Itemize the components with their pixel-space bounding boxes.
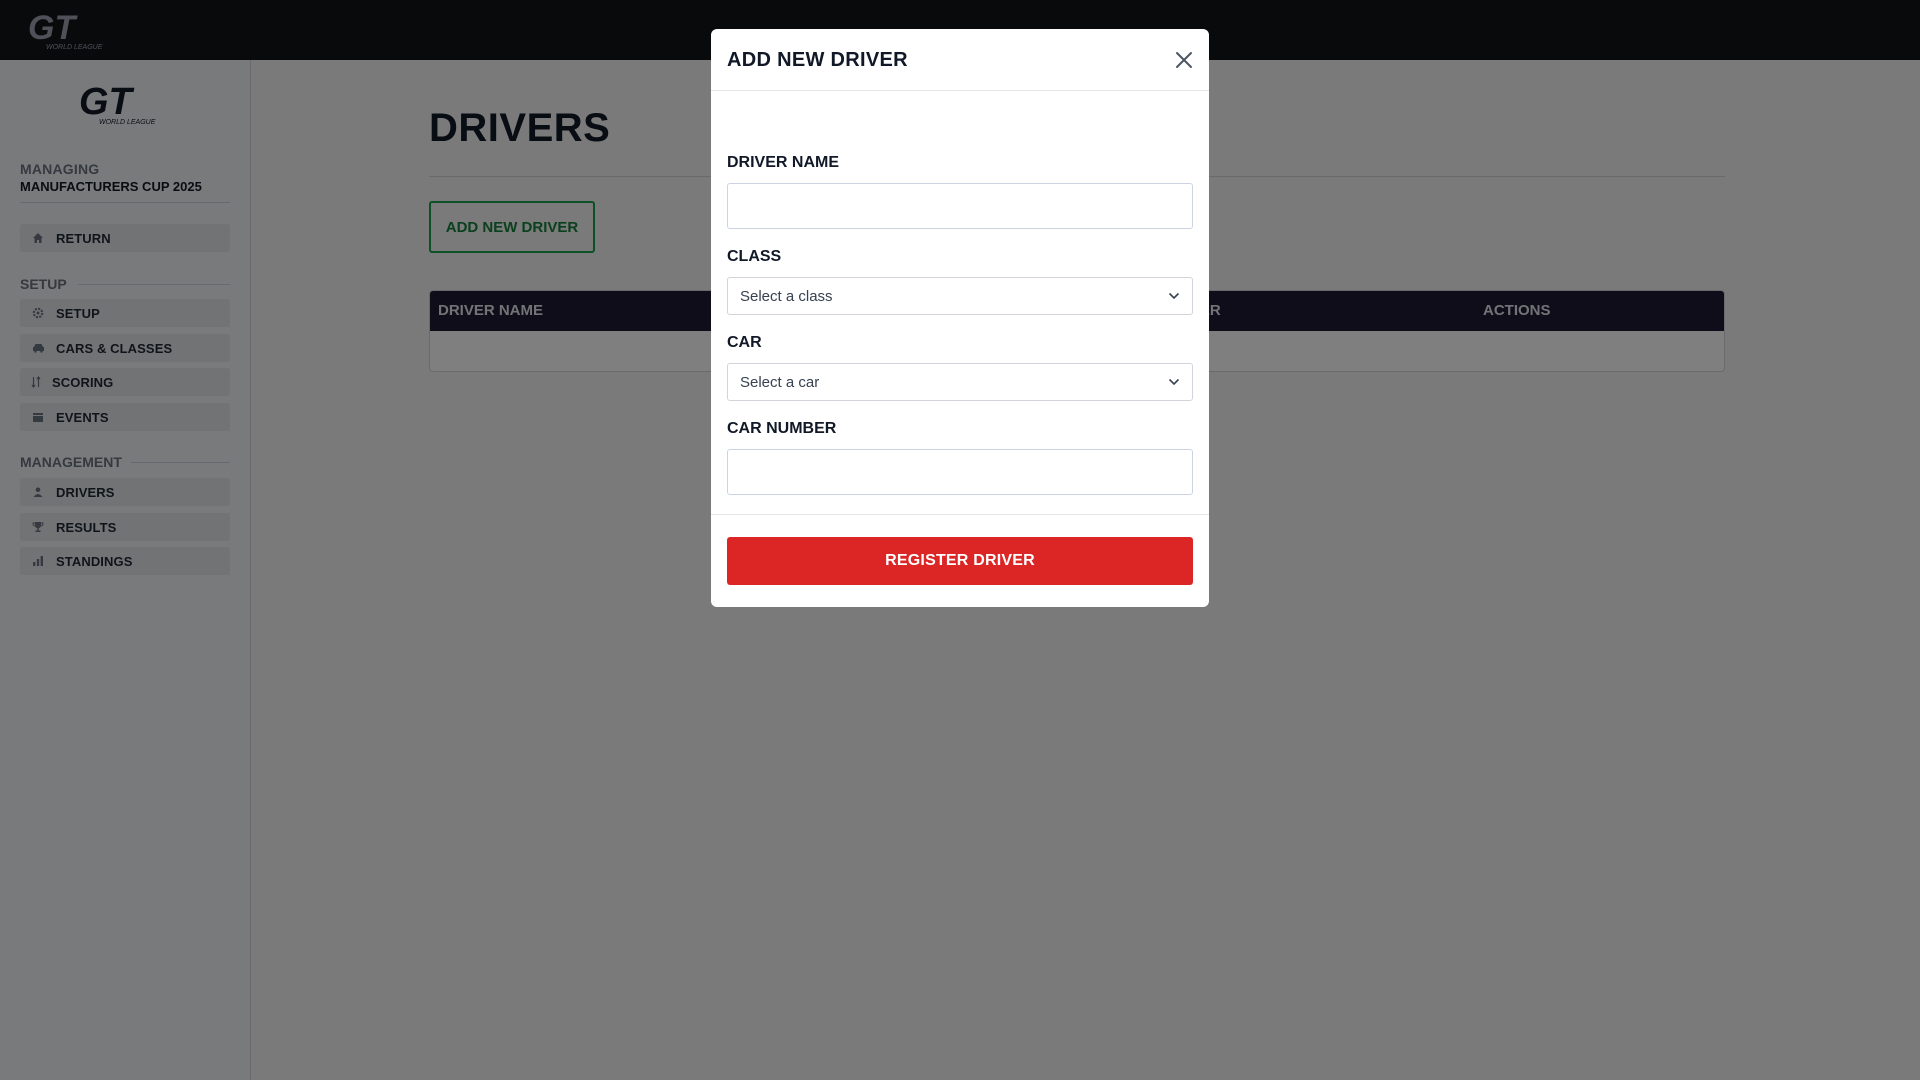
- class-select-value: Select a class: [740, 287, 833, 305]
- class-label: CLASS: [727, 248, 782, 265]
- car-select[interactable]: Select a car: [727, 363, 1193, 401]
- close-icon[interactable]: [1172, 48, 1196, 72]
- add-driver-modal: ADD NEW DRIVER DRIVER NAME CLASS Select …: [711, 29, 1209, 607]
- car-number-input[interactable]: [727, 449, 1193, 495]
- car-number-label: CAR NUMBER: [727, 420, 837, 437]
- modal-footer: REGISTER DRIVER: [711, 514, 1209, 607]
- car-select-value: Select a car: [740, 373, 820, 391]
- class-select[interactable]: Select a class: [727, 277, 1193, 315]
- modal-header: ADD NEW DRIVER: [711, 29, 1209, 91]
- driver-name-label: DRIVER NAME: [727, 154, 840, 171]
- chevron-down-icon: [1168, 292, 1180, 300]
- modal-title: ADD NEW DRIVER: [727, 49, 908, 71]
- register-driver-button[interactable]: REGISTER DRIVER: [727, 537, 1193, 585]
- chevron-down-icon: [1168, 378, 1180, 386]
- car-label: CAR: [727, 334, 762, 351]
- driver-name-input[interactable]: [727, 183, 1193, 229]
